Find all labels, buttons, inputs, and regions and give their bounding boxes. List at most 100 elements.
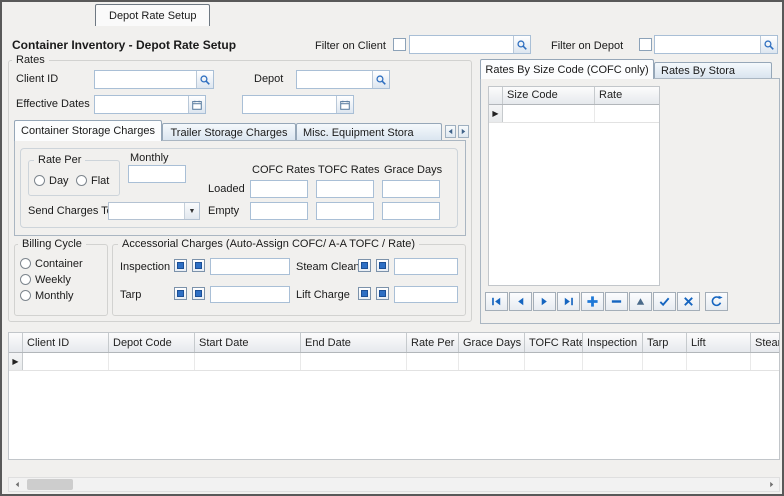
- lift-charge-tofc-toggle[interactable]: [376, 287, 389, 300]
- lift-charge-cofc-toggle[interactable]: [358, 287, 371, 300]
- tab-container-storage-charges[interactable]: Container Storage Charges: [14, 120, 162, 141]
- nav-cancel-button[interactable]: [677, 292, 700, 311]
- steam-clean-cofc-toggle[interactable]: [358, 259, 371, 272]
- monthly-input[interactable]: [128, 165, 186, 183]
- inspection-input[interactable]: [210, 258, 290, 275]
- tab-scroll-left-button[interactable]: [445, 125, 456, 138]
- horizontal-scrollbar[interactable]: [8, 477, 780, 492]
- effective-start-field[interactable]: [94, 95, 206, 114]
- tarp-column-header[interactable]: Tarp: [643, 333, 687, 352]
- empty-grace-input[interactable]: [382, 202, 440, 220]
- filter-depot-field[interactable]: [654, 35, 778, 54]
- filter-depot-lookup-button[interactable]: [760, 36, 777, 53]
- inspection-tofc-toggle[interactable]: [192, 259, 205, 272]
- billing-container-radio[interactable]: Container: [20, 258, 83, 270]
- nav-post-button[interactable]: [653, 292, 676, 311]
- client-id-cell[interactable]: [23, 353, 109, 370]
- nav-last-button[interactable]: [557, 292, 580, 311]
- loaded-grace-input[interactable]: [382, 180, 440, 198]
- client-id-column-header[interactable]: Client ID: [23, 333, 109, 352]
- tab-rates-by-size-code[interactable]: Rates By Size Code (COFC only): [480, 59, 654, 79]
- billing-monthly-radio[interactable]: Monthly: [20, 290, 74, 302]
- depot-code-column-header[interactable]: Depot Code: [109, 333, 195, 352]
- depot-field[interactable]: [296, 70, 390, 89]
- rate-per-flat-radio[interactable]: Flat: [76, 175, 109, 187]
- client-id-field[interactable]: [94, 70, 214, 89]
- grace-days-cell[interactable]: [459, 353, 525, 370]
- steam-cell[interactable]: [751, 353, 780, 370]
- filter-client-lookup-button[interactable]: [513, 36, 530, 53]
- tab-scroll-right-button[interactable]: [458, 125, 469, 138]
- depot-lookup-button[interactable]: [372, 71, 389, 88]
- size-code-grid-row[interactable]: ▶: [489, 105, 659, 123]
- filter-client-input[interactable]: [412, 37, 510, 52]
- inspection-column-header[interactable]: Inspection: [583, 333, 643, 352]
- client-id-input[interactable]: [97, 72, 193, 87]
- start-date-cell[interactable]: [195, 353, 301, 370]
- start-date-column-header[interactable]: Start Date: [195, 333, 301, 352]
- effective-end-field[interactable]: [242, 95, 354, 114]
- scroll-right-button[interactable]: [763, 478, 779, 491]
- size-code-column-header[interactable]: Size Code: [503, 87, 595, 104]
- inspection-cell[interactable]: [583, 353, 643, 370]
- magnifier-icon: [516, 39, 528, 51]
- tarp-cofc-toggle[interactable]: [174, 287, 187, 300]
- filter-depot-input[interactable]: [657, 37, 757, 52]
- filter-on-client-checkbox[interactable]: [393, 38, 406, 51]
- steam-column-header[interactable]: Steam: [751, 333, 780, 352]
- loaded-cofc-input[interactable]: [250, 180, 308, 198]
- steam-clean-input[interactable]: [394, 258, 458, 275]
- tarp-cell[interactable]: [643, 353, 687, 370]
- lift-column-header[interactable]: Lift: [687, 333, 751, 352]
- rate-per-day-radio[interactable]: Day: [34, 175, 69, 187]
- scroll-left-button[interactable]: [9, 478, 25, 491]
- tarp-tofc-toggle[interactable]: [192, 287, 205, 300]
- tab-misc-equipment-storage[interactable]: Misc. Equipment Stora: [296, 123, 442, 141]
- size-code-cell[interactable]: [503, 105, 595, 122]
- client-id-lookup-button[interactable]: [196, 71, 213, 88]
- rate-per-column-header[interactable]: Rate Per: [407, 333, 459, 352]
- depot-code-cell[interactable]: [109, 353, 195, 370]
- steam-clean-tofc-toggle[interactable]: [376, 259, 389, 272]
- tofc-rate-column-header[interactable]: TOFC Rate: [525, 333, 583, 352]
- tab-trailer-storage-charges[interactable]: Trailer Storage Charges: [162, 123, 296, 141]
- tab-rates-by-storage[interactable]: Rates By Stora: [654, 62, 772, 78]
- nav-first-button[interactable]: [485, 292, 508, 311]
- rate-cell[interactable]: [595, 105, 659, 122]
- blue-square-icon: [379, 290, 386, 297]
- nav-insert-button[interactable]: [581, 292, 604, 311]
- empty-tofc-input[interactable]: [316, 202, 374, 220]
- row-selector-cell[interactable]: ▶: [9, 353, 23, 370]
- row-selector-cell[interactable]: ▶: [489, 105, 503, 122]
- inspection-cofc-toggle[interactable]: [174, 259, 187, 272]
- lift-cell[interactable]: [687, 353, 751, 370]
- billing-weekly-radio[interactable]: Weekly: [20, 274, 71, 286]
- tofc-rate-cell[interactable]: [525, 353, 583, 370]
- tarp-input[interactable]: [210, 286, 290, 303]
- nav-delete-button[interactable]: [605, 292, 628, 311]
- effective-end-input[interactable]: [245, 97, 333, 112]
- tab-depot-rate-setup[interactable]: Depot Rate Setup: [95, 4, 210, 26]
- lift-charge-input[interactable]: [394, 286, 458, 303]
- effective-start-input[interactable]: [97, 97, 185, 112]
- effective-end-date-button[interactable]: [336, 96, 353, 113]
- send-charges-to-combobox[interactable]: ▼: [108, 202, 200, 220]
- effective-start-date-button[interactable]: [188, 96, 205, 113]
- empty-cofc-input[interactable]: [250, 202, 308, 220]
- scrollbar-thumb[interactable]: [27, 479, 73, 490]
- loaded-tofc-input[interactable]: [316, 180, 374, 198]
- rate-column-header[interactable]: Rate: [595, 87, 659, 104]
- billing-monthly-label: Monthly: [35, 290, 74, 302]
- filter-client-field[interactable]: [409, 35, 531, 54]
- nav-prior-button[interactable]: [509, 292, 532, 311]
- nav-edit-button[interactable]: [629, 292, 652, 311]
- grace-days-column-header[interactable]: Grace Days: [459, 333, 525, 352]
- end-date-cell[interactable]: [301, 353, 407, 370]
- depot-rates-grid-row[interactable]: ▶: [9, 353, 779, 371]
- end-date-column-header[interactable]: End Date: [301, 333, 407, 352]
- rate-per-cell[interactable]: [407, 353, 459, 370]
- nav-refresh-button[interactable]: [705, 292, 728, 311]
- nav-next-button[interactable]: [533, 292, 556, 311]
- depot-input[interactable]: [299, 72, 369, 87]
- filter-on-depot-checkbox[interactable]: [639, 38, 652, 51]
